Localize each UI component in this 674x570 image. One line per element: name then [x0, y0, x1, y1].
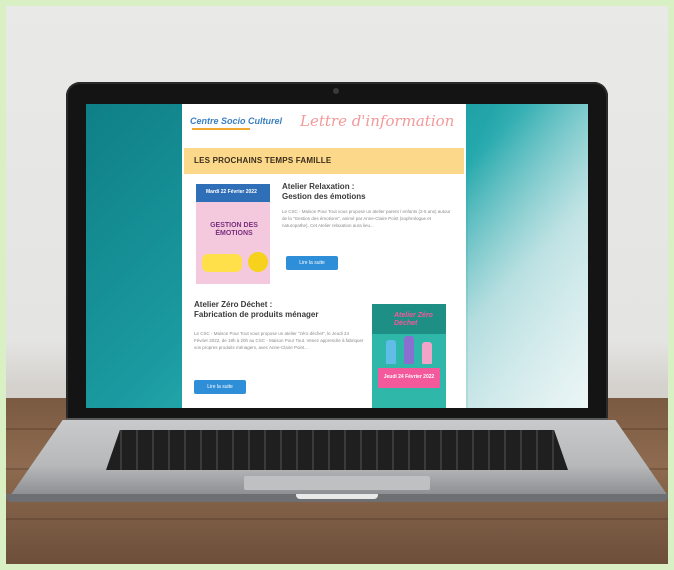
bottle-icon [422, 342, 432, 364]
article1-title: Atelier Relaxation : Gestion des émotion… [282, 182, 458, 202]
article2-title-line1: Atelier Zéro Déchet : [194, 300, 273, 309]
newsletter-email: Centre Socio Culturel Lettre d'informati… [182, 104, 466, 408]
poster-title: Atelier Zéro Déchet [394, 312, 433, 327]
article1-body: Le CSC - Maison Pour Tout vous propose u… [282, 209, 451, 228]
bottle-icon [404, 336, 414, 364]
article1-title-line2: Gestion des émotions [282, 192, 366, 201]
article2-title: Atelier Zéro Déchet : Fabrication de pro… [194, 300, 364, 320]
email-header: Centre Socio Culturel Lettre d'informati… [182, 104, 466, 144]
laptop-lid: Centre Socio Culturel Lettre d'informati… [66, 82, 608, 422]
webcam [333, 88, 339, 94]
poster-date: Mardi 22 Février 2022 [206, 189, 257, 195]
bottle-icon [386, 340, 396, 364]
poster-title: GESTION DES ÉMOTIONS [210, 222, 258, 237]
section-banner: LES PROCHAINS TEMPS FAMILLE [184, 148, 464, 174]
logo-underline [192, 128, 250, 130]
header-title: Lettre d'information [300, 112, 455, 130]
desk-grain [6, 518, 668, 520]
laptop-screen: Centre Socio Culturel Lettre d'informati… [86, 104, 588, 408]
poster-header: Mardi 22 Février 2022 [196, 184, 270, 202]
section-title: LES PROCHAINS TEMPS FAMILLE [194, 156, 332, 165]
photo: Centre Socio Culturel Lettre d'informati… [6, 6, 668, 564]
poster-header: Atelier Zéro Déchet [372, 304, 446, 334]
poster-date: Jeudi 24 Février 2022 [383, 374, 435, 380]
read-more-button-2[interactable]: Lire la suite [194, 380, 246, 394]
screen-glare [468, 104, 588, 408]
article2-title-line2: Fabrication de produits ménager [194, 310, 319, 319]
poster-shape [202, 254, 242, 272]
read-more-button-1[interactable]: Lire la suite [286, 256, 338, 270]
lid-notch [296, 494, 378, 499]
keyboard [106, 430, 568, 470]
poster-zero-dechet: Atelier Zéro Déchet Jeudi 24 Février 202… [372, 304, 446, 408]
trackpad [244, 476, 430, 490]
poster-gestion-emotions: Mardi 22 Février 2022 GESTION DES ÉMOTIO… [196, 184, 270, 284]
article1-title-line1: Atelier Relaxation : [282, 182, 355, 191]
logo: Centre Socio Culturel [190, 116, 283, 126]
article2-body: Le CSC - Maison Pour Tout vous propose u… [194, 331, 364, 350]
smiley-icon [248, 252, 268, 272]
